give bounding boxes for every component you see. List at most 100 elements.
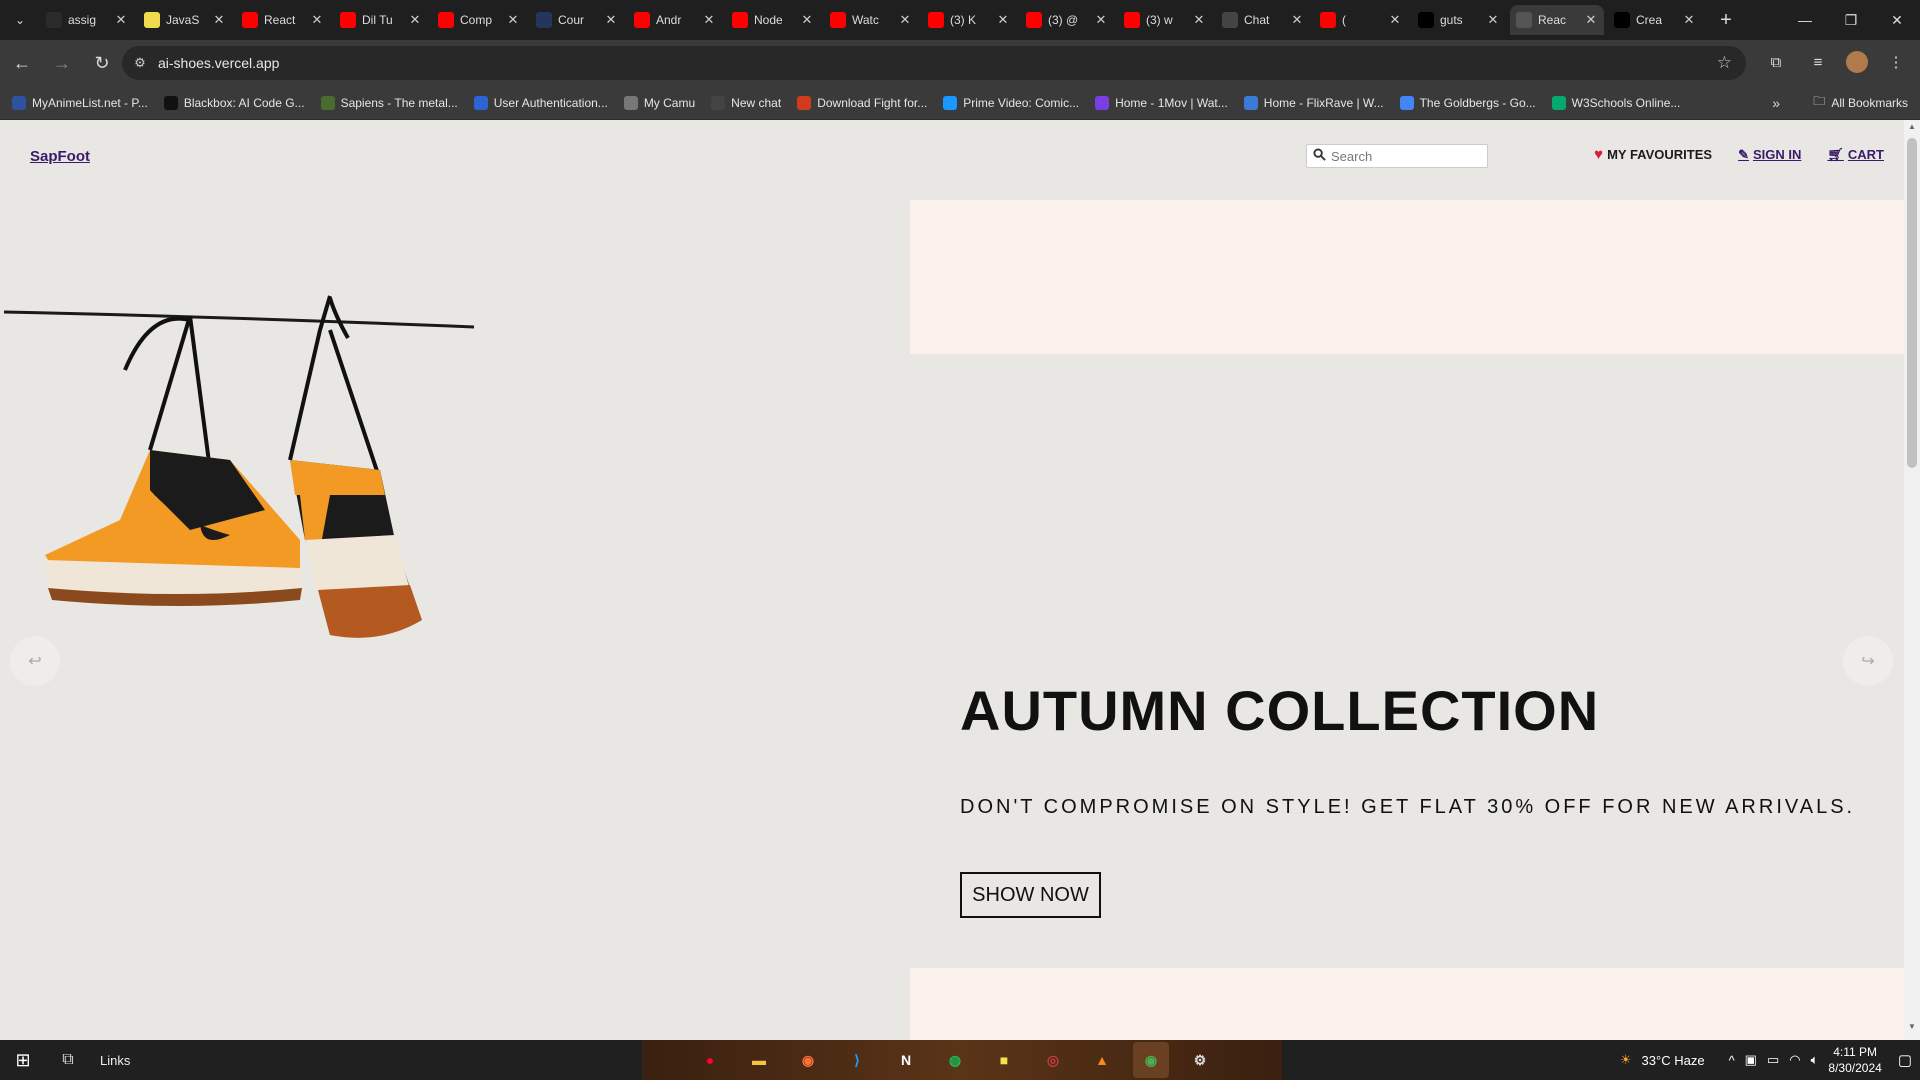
new-tab-button[interactable]: + [1712,6,1740,34]
close-tab-icon[interactable]: ✕ [898,12,912,28]
browser-tab[interactable]: Andr ✕ [628,5,722,35]
bookmark-item[interactable]: Download Fight for... [797,95,927,110]
close-tab-icon[interactable]: ✕ [114,12,128,28]
chrome-dev-app-icon[interactable]: ◎ [1035,1042,1071,1078]
bookmark-item[interactable]: Blackbox: AI Code G... [163,95,305,110]
browser-tab[interactable]: Node ✕ [726,5,820,35]
browser-tab[interactable]: Cour ✕ [530,5,624,35]
close-window-button[interactable]: ✕ [1874,0,1920,40]
vlc-app-icon[interactable]: ▲ [1084,1042,1120,1078]
browser-tab[interactable]: (✕ [1314,5,1408,35]
browser-tab[interactable]: Chat ✕ [1216,5,1310,35]
github-icon [46,12,62,28]
media-controls-icon[interactable]: ≡ [1804,48,1832,76]
close-tab-icon[interactable]: ✕ [1192,12,1206,28]
browser-tab[interactable]: Dil Tu ✕ [334,5,428,35]
bookmark-star-icon[interactable]: ☆ [1717,53,1732,73]
close-tab-icon[interactable]: ✕ [1290,12,1304,28]
close-tab-icon[interactable]: ✕ [212,12,226,28]
site-info-icon[interactable]: ⚙ [122,55,158,71]
notion-app-icon[interactable]: N [888,1042,924,1078]
browser-tab[interactable]: React ✕ [236,5,330,35]
vscode-app-icon[interactable]: ⟩ [839,1042,875,1078]
page-scrollbar[interactable]: ▲ ▼ [1904,120,1920,1040]
profile-avatar[interactable] [1846,51,1868,73]
firefox-app-icon[interactable]: ◉ [790,1042,826,1078]
youtube-icon [928,12,944,28]
close-tab-icon[interactable]: ✕ [408,12,422,28]
browser-tab[interactable]: (3) w ✕ [1118,5,1212,35]
bookmarks-bar: MyAnimeList.net - P... Blackbox: AI Code … [0,86,1920,120]
links-toolbar[interactable]: Links [100,1053,130,1068]
browser-tab[interactable]: Crea ✕ [1608,5,1702,35]
scrollbar-thumb[interactable] [1907,138,1917,468]
tab-search-chevron-icon[interactable]: ⌄ [0,0,40,40]
browser-tab[interactable]: (3) K ✕ [922,5,1016,35]
cart-link[interactable]: 🛒︎ CART [1827,146,1884,163]
close-tab-icon[interactable]: ✕ [702,12,716,28]
bookmark-item[interactable]: Home - 1Mov | Wat... [1095,95,1228,110]
close-tab-icon[interactable]: ✕ [310,12,324,28]
close-tab-icon[interactable]: ✕ [1486,12,1500,28]
show-hidden-icons[interactable]: ^ [1729,1053,1735,1068]
browser-tab[interactable]: (3) @ ✕ [1020,5,1114,35]
scroll-down-icon[interactable]: ▼ [1904,1022,1920,1038]
bookmarks-overflow-icon[interactable]: » [1772,95,1780,111]
reload-button[interactable]: ↻ [84,45,120,81]
all-bookmarks-button[interactable]: 🗀 All Bookmarks [1813,92,1908,113]
notifications-icon[interactable]: ▢ [1898,1051,1912,1069]
task-view-icon[interactable]: ⧉ [46,1040,90,1080]
show-now-button[interactable]: SHOW NOW [960,872,1101,918]
close-tab-icon[interactable]: ✕ [996,12,1010,28]
close-tab-icon[interactable]: ✕ [1388,12,1402,28]
bookmark-item[interactable]: Prime Video: Comic... [943,95,1079,110]
close-tab-icon[interactable]: ✕ [506,12,520,28]
spotify-app-icon[interactable]: ◍ [937,1042,973,1078]
browser-tab[interactable]: Watc ✕ [824,5,918,35]
close-tab-icon[interactable]: ✕ [1094,12,1108,28]
bookmark-item[interactable]: The Goldbergs - Go... [1399,95,1536,110]
bookmark-item[interactable]: MyAnimeList.net - P... [12,95,148,110]
browser-tab[interactable]: guts ✕ [1412,5,1506,35]
close-tab-icon[interactable]: ✕ [800,12,814,28]
settings-app-icon[interactable]: ⚙ [1182,1042,1218,1078]
sign-in-link[interactable]: ✎ SIGN IN [1738,146,1801,163]
chrome-app-icon[interactable]: ◉ [1133,1042,1169,1078]
browser-tab[interactable]: assig ✕ [40,5,134,35]
carousel-prev-button[interactable]: ↩ [10,636,60,686]
bookmark-item[interactable]: My Camu [623,95,695,110]
bookmark-item[interactable]: New chat [711,95,781,110]
search-input[interactable]: Search [1306,144,1488,168]
scroll-up-icon[interactable]: ▲ [1904,122,1920,138]
sticky-notes-app-icon[interactable]: ■ [986,1042,1022,1078]
clock[interactable]: 4:11 PM 8/30/2024 [1828,1044,1881,1076]
youtube-music-app-icon[interactable]: ● [692,1042,728,1078]
browser-tab[interactable]: Reac ✕ [1510,5,1604,35]
bookmark-item[interactable]: Home - FlixRave | W... [1243,95,1384,110]
restore-button[interactable]: ❐ [1828,0,1874,40]
browser-tab[interactable]: Comp ✕ [432,5,526,35]
battery-icon[interactable]: ▭ [1767,1052,1779,1068]
bookmark-item[interactable]: W3Schools Online... [1551,95,1680,110]
extensions-icon[interactable]: ⧉ [1762,48,1790,76]
close-tab-icon[interactable]: ✕ [1682,12,1696,28]
favourites-link[interactable]: ♥ MY FAVOURITES [1594,146,1712,163]
windows-start-icon[interactable]: ⊞ [0,1040,46,1080]
back-button[interactable]: ← [4,45,40,81]
file-explorer-app-icon[interactable]: ▬ [741,1042,777,1078]
volume-icon[interactable]: 🔈︎ [1811,1052,1819,1068]
brand-logo-link[interactable]: SapFoot [30,148,90,165]
carousel-next-button[interactable]: ↪ [1843,636,1893,686]
close-tab-icon[interactable]: ✕ [1584,12,1598,28]
wifi-icon[interactable]: ◠ [1789,1052,1800,1068]
bookmark-item[interactable]: User Authentication... [473,95,608,110]
minimize-button[interactable]: — [1782,0,1828,40]
bookmark-item[interactable]: Sapiens - The metal... [320,95,458,110]
more-menu-icon[interactable]: ⋮ [1882,48,1910,76]
forward-button[interactable]: → [44,45,80,81]
weather-text[interactable]: 33°C Haze [1642,1053,1705,1068]
meet-icon[interactable]: ▣ [1745,1052,1757,1068]
browser-tab[interactable]: JavaS ✕ [138,5,232,35]
address-bar[interactable]: ⚙ ai-shoes.vercel.app ☆ [122,46,1746,80]
close-tab-icon[interactable]: ✕ [604,12,618,28]
